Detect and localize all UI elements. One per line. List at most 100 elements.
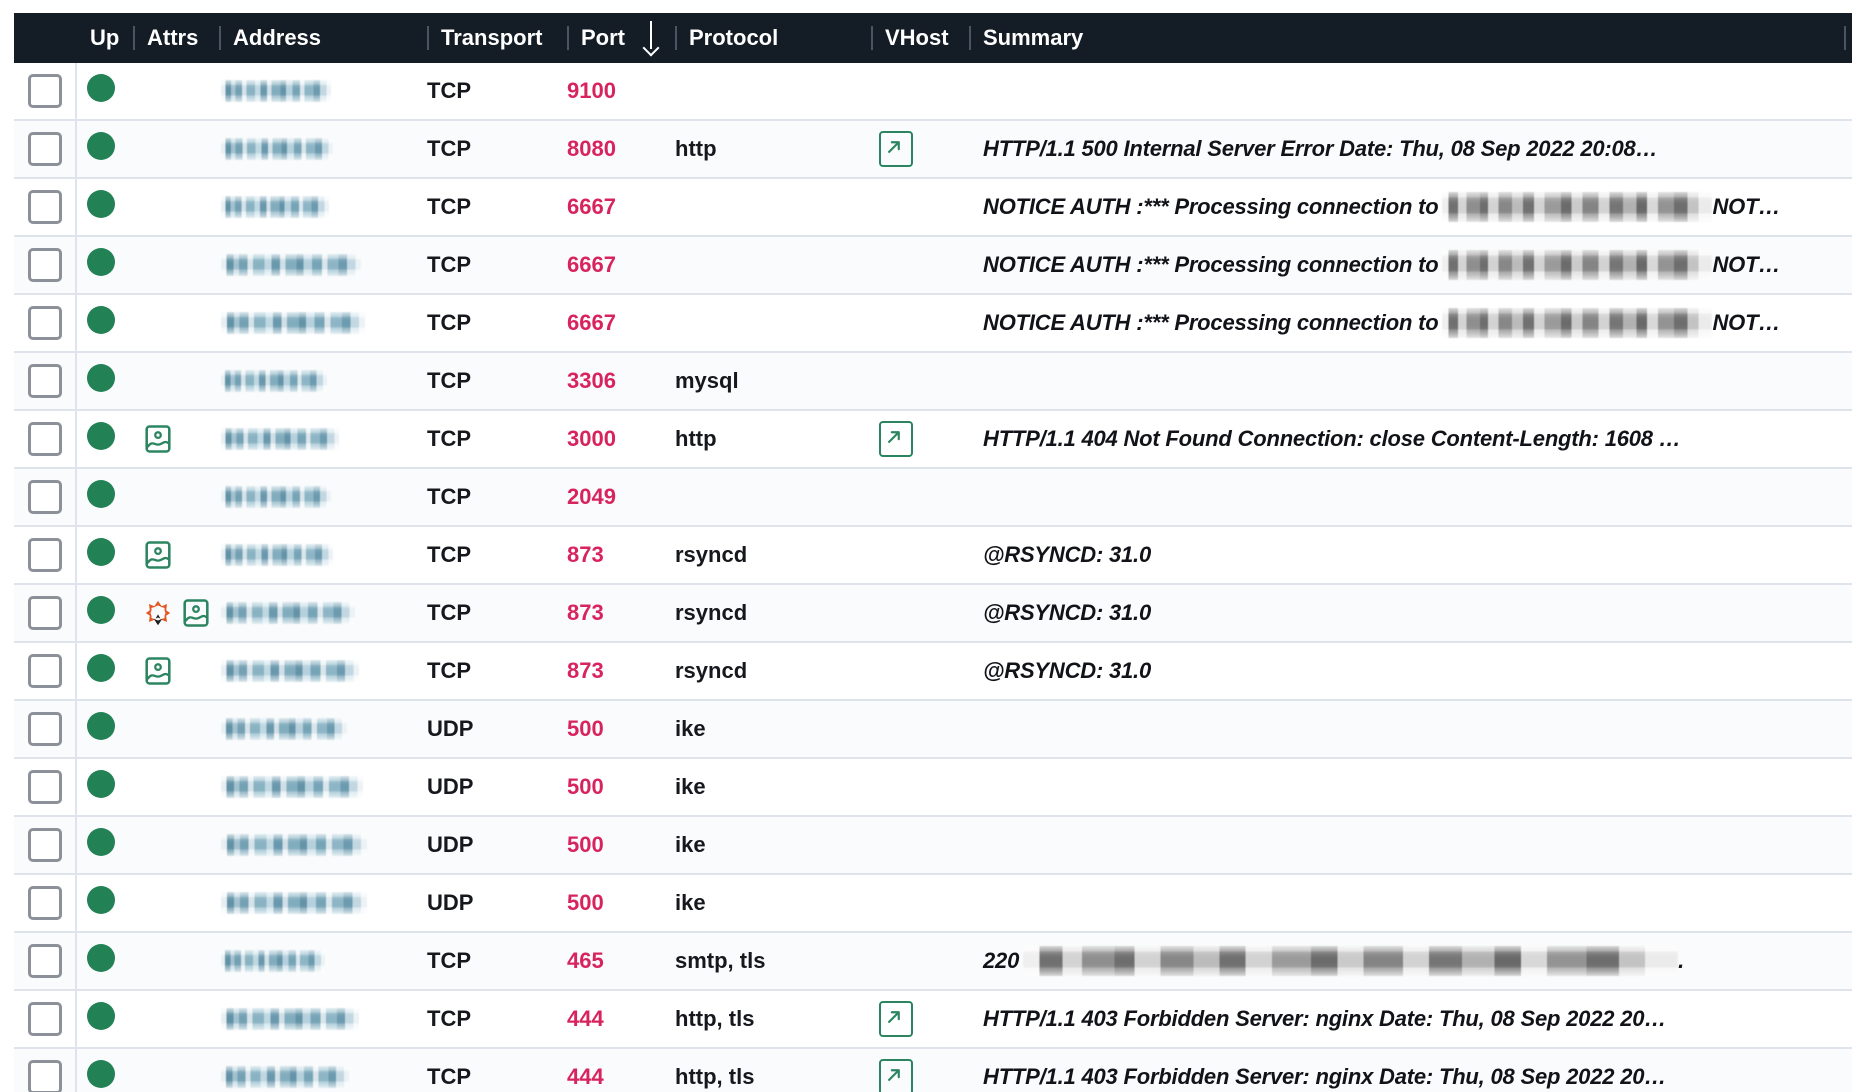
row-select-cell[interactable] <box>14 874 76 932</box>
row-checkbox[interactable] <box>28 770 62 804</box>
port-cell[interactable]: 500 <box>567 758 675 816</box>
port-cell[interactable]: 444 <box>567 990 675 1048</box>
address-cell[interactable] <box>219 932 427 990</box>
table-row[interactable]: TCP6667NOTICE AUTH :*** Processing conne… <box>14 236 1852 294</box>
address-cell[interactable] <box>219 1048 427 1092</box>
row-checkbox[interactable] <box>28 306 62 340</box>
row-select-cell[interactable] <box>14 178 76 236</box>
vhost-cell[interactable] <box>871 1048 969 1092</box>
table-row[interactable]: TCP873rsyncd@RSYNCD: 31.0 <box>14 642 1852 700</box>
column-header-transport[interactable]: Transport <box>427 13 567 63</box>
vhost-cell[interactable] <box>871 410 969 468</box>
port-value[interactable]: 6667 <box>567 194 616 219</box>
row-checkbox[interactable] <box>28 944 62 978</box>
port-value[interactable]: 500 <box>567 832 604 857</box>
table-row[interactable]: TCP2049 <box>14 468 1852 526</box>
row-checkbox[interactable] <box>28 538 62 572</box>
port-cell[interactable]: 3000 <box>567 410 675 468</box>
row-select-cell[interactable] <box>14 236 76 294</box>
table-row[interactable]: UDP500ike <box>14 758 1852 816</box>
row-checkbox[interactable] <box>28 828 62 862</box>
table-row[interactable]: TCP873rsyncd@RSYNCD: 31.0 <box>14 526 1852 584</box>
port-value[interactable]: 873 <box>567 600 604 625</box>
sort-arrow-down-icon[interactable] <box>643 21 659 55</box>
port-value[interactable]: 6667 <box>567 252 616 277</box>
port-cell[interactable]: 6667 <box>567 294 675 352</box>
port-cell[interactable]: 500 <box>567 700 675 758</box>
port-cell[interactable]: 873 <box>567 584 675 642</box>
row-select-cell[interactable] <box>14 526 76 584</box>
row-select-cell[interactable] <box>14 642 76 700</box>
port-value[interactable]: 444 <box>567 1006 604 1031</box>
port-value[interactable]: 444 <box>567 1064 604 1089</box>
address-cell[interactable] <box>219 816 427 874</box>
table-row[interactable]: TCP465smtp, tls220. <box>14 932 1852 990</box>
table-row[interactable]: TCP8080httpHTTP/1.1 500 Internal Server … <box>14 120 1852 178</box>
address-cell[interactable] <box>219 236 427 294</box>
row-checkbox[interactable] <box>28 132 62 166</box>
row-select-cell[interactable] <box>14 120 76 178</box>
row-select-cell[interactable] <box>14 758 76 816</box>
address-cell[interactable] <box>219 352 427 410</box>
row-checkbox[interactable] <box>28 480 62 514</box>
address-cell[interactable] <box>219 990 427 1048</box>
row-checkbox[interactable] <box>28 248 62 282</box>
address-cell[interactable] <box>219 700 427 758</box>
external-link-icon[interactable] <box>879 1001 913 1037</box>
address-cell[interactable] <box>219 178 427 236</box>
table-row[interactable]: TCP444http, tlsHTTP/1.1 403 Forbidden Se… <box>14 990 1852 1048</box>
row-checkbox[interactable] <box>28 74 62 108</box>
row-checkbox[interactable] <box>28 364 62 398</box>
port-value[interactable]: 500 <box>567 890 604 915</box>
row-checkbox[interactable] <box>28 654 62 688</box>
port-cell[interactable]: 444 <box>567 1048 675 1092</box>
row-select-cell[interactable] <box>14 816 76 874</box>
row-select-cell[interactable] <box>14 468 76 526</box>
table-row[interactable]: TCP3306mysql <box>14 352 1852 410</box>
address-cell[interactable] <box>219 294 427 352</box>
table-row[interactable]: UDP500ike <box>14 816 1852 874</box>
address-cell[interactable] <box>219 63 427 120</box>
column-header-summary[interactable]: Summary <box>969 13 1852 63</box>
row-checkbox[interactable] <box>28 1002 62 1036</box>
table-row[interactable]: TCP6667NOTICE AUTH :*** Processing conne… <box>14 294 1852 352</box>
row-select-cell[interactable] <box>14 352 76 410</box>
external-link-icon[interactable] <box>879 1059 913 1092</box>
table-row[interactable]: TCP3000httpHTTP/1.1 404 Not Found Connec… <box>14 410 1852 468</box>
port-value[interactable]: 500 <box>567 774 604 799</box>
table-row[interactable]: TCP9100 <box>14 63 1852 120</box>
address-cell[interactable] <box>219 642 427 700</box>
screenshot-icon[interactable] <box>143 540 173 570</box>
port-cell[interactable]: 9100 <box>567 63 675 120</box>
address-cell[interactable] <box>219 874 427 932</box>
port-cell[interactable]: 6667 <box>567 178 675 236</box>
row-checkbox[interactable] <box>28 712 62 746</box>
address-cell[interactable] <box>219 526 427 584</box>
column-header-up[interactable]: Up <box>76 13 133 63</box>
column-header-port[interactable]: Port <box>567 13 675 63</box>
port-value[interactable]: 873 <box>567 658 604 683</box>
port-value[interactable]: 6667 <box>567 310 616 335</box>
port-value[interactable]: 8080 <box>567 136 616 161</box>
port-value[interactable]: 2049 <box>567 484 616 509</box>
port-cell[interactable]: 873 <box>567 642 675 700</box>
column-header-protocol[interactable]: Protocol <box>675 13 871 63</box>
screenshot-icon[interactable] <box>143 656 173 686</box>
row-select-cell[interactable] <box>14 1048 76 1092</box>
port-cell[interactable]: 500 <box>567 874 675 932</box>
port-value[interactable]: 9100 <box>567 78 616 103</box>
port-cell[interactable]: 2049 <box>567 468 675 526</box>
column-header-vhost[interactable]: VHost <box>871 13 969 63</box>
row-select-cell[interactable] <box>14 932 76 990</box>
vhost-cell[interactable] <box>871 990 969 1048</box>
address-cell[interactable] <box>219 120 427 178</box>
table-row[interactable]: UDP500ike <box>14 874 1852 932</box>
external-link-icon[interactable] <box>879 421 913 457</box>
table-row[interactable]: TCP444http, tlsHTTP/1.1 403 Forbidden Se… <box>14 1048 1852 1092</box>
column-header-address[interactable]: Address <box>219 13 427 63</box>
row-checkbox[interactable] <box>28 422 62 456</box>
port-cell[interactable]: 8080 <box>567 120 675 178</box>
table-row[interactable]: TCP6667NOTICE AUTH :*** Processing conne… <box>14 178 1852 236</box>
screenshot-icon[interactable] <box>181 598 211 628</box>
address-cell[interactable] <box>219 584 427 642</box>
